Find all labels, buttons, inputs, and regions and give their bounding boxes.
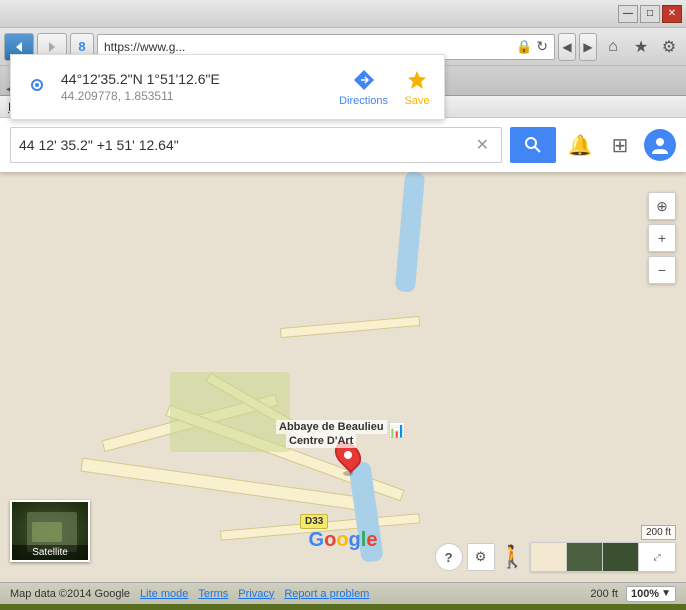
clear-search-button[interactable]: ✕ bbox=[476, 135, 489, 155]
privacy-link[interactable]: Privacy bbox=[238, 588, 274, 600]
save-label: Save bbox=[404, 95, 429, 107]
zoom-in-button[interactable]: + bbox=[648, 224, 676, 252]
map-controls: ⊕ + − bbox=[648, 192, 676, 284]
browser-right-icons: ⌂ ★ ⚙ bbox=[600, 34, 682, 60]
bell-button[interactable]: 🔔 bbox=[564, 129, 596, 161]
satellite-label: Satellite bbox=[12, 545, 88, 560]
search-box: 44 12' 35.2" +1 51' 12.64" ✕ bbox=[10, 127, 502, 163]
title-bar: — □ ✕ bbox=[0, 0, 686, 28]
autocomplete-dropdown: 44°12'35.2"N 1°51'12.6"E 44.209778, 1.85… bbox=[10, 54, 445, 120]
refresh-icon[interactable]: ↻ bbox=[536, 38, 548, 55]
scale-bar: 200 ft bbox=[641, 525, 676, 540]
search-icon bbox=[524, 136, 542, 154]
status-bar: Map data ©2014 Google Lite mode Terms Pr… bbox=[0, 582, 686, 604]
user-avatar[interactable] bbox=[644, 129, 676, 161]
autocomplete-text: 44°12'35.2"N 1°51'12.6"E 44.209778, 1.85… bbox=[61, 71, 220, 103]
save-action[interactable]: Save bbox=[404, 67, 430, 107]
zoom-out-button[interactable]: − bbox=[648, 256, 676, 284]
map-data-credit: Map data ©2014 Google bbox=[10, 588, 130, 600]
directions-label: Directions bbox=[339, 95, 388, 107]
star-icon bbox=[404, 67, 430, 93]
autocomplete-main: 44°12'35.2"N 1°51'12.6"E bbox=[61, 71, 220, 87]
prev-tab-btn[interactable]: ◀ bbox=[558, 33, 576, 61]
satellite-view-btn[interactable] bbox=[567, 543, 603, 571]
pegman-icon[interactable]: 🚶 bbox=[499, 544, 526, 570]
autocomplete-item[interactable]: 44°12'35.2"N 1°51'12.6"E 44.209778, 1.85… bbox=[11, 55, 444, 119]
favorites-button[interactable]: ★ bbox=[628, 34, 654, 60]
settings-button[interactable]: ⚙ bbox=[467, 543, 495, 571]
zoom-dropdown-icon[interactable]: ▼ bbox=[661, 588, 671, 599]
scale-label: 200 ft bbox=[590, 588, 618, 600]
forward-icon bbox=[45, 40, 59, 54]
zoom-percent: 100% bbox=[631, 588, 659, 600]
terrain-view-btn[interactable] bbox=[531, 543, 567, 571]
address-text: https://www.g... bbox=[104, 40, 185, 54]
next-tab-btn[interactable]: ▶ bbox=[579, 33, 597, 61]
search-input[interactable]: 44 12' 35.2" +1 51' 12.64" bbox=[19, 137, 476, 153]
directions-action[interactable]: Directions bbox=[339, 67, 388, 107]
search-button[interactable] bbox=[510, 127, 556, 163]
home-button[interactable]: ⌂ bbox=[600, 34, 626, 60]
zoom-control[interactable]: 100% ▼ bbox=[626, 586, 676, 602]
google-logo: Google bbox=[309, 529, 378, 552]
place-label-2: Centre D'Art bbox=[286, 434, 356, 448]
maps-toolbar: 44 12' 35.2" +1 51' 12.64" ✕ 🔔 ⊞ bbox=[0, 118, 686, 172]
minimize-button[interactable]: — bbox=[618, 5, 638, 23]
location-icon bbox=[25, 75, 49, 99]
terms-link[interactable]: Terms bbox=[198, 588, 228, 600]
add-button[interactable]: ⊞ bbox=[604, 129, 636, 161]
tools-button[interactable]: ⚙ bbox=[656, 34, 682, 60]
compass-button[interactable]: ⊕ bbox=[648, 192, 676, 220]
lite-mode-link[interactable]: Lite mode bbox=[140, 588, 188, 600]
directions-icon bbox=[351, 67, 377, 93]
satellite-thumbnail[interactable]: Satellite bbox=[10, 500, 90, 562]
chart-icon: 📊 bbox=[388, 422, 405, 439]
autocomplete-sub: 44.209778, 1.853511 bbox=[61, 89, 220, 103]
map-view-buttons: ⤢ bbox=[530, 542, 676, 572]
expand-btn[interactable]: ⤢ bbox=[639, 543, 675, 571]
person-icon bbox=[651, 136, 669, 154]
place-label: Abbaye de Beaulieu bbox=[276, 420, 387, 434]
close-button[interactable]: ✕ bbox=[662, 5, 682, 23]
map-bottom-right-controls: ? ⚙ 🚶 ⤢ bbox=[435, 542, 676, 572]
map-container[interactable]: Abbaye de Beaulieu Centre D'Art 📊 D33 Go… bbox=[0, 172, 686, 582]
report-link[interactable]: Report a problem bbox=[284, 588, 369, 600]
road-label-d33: D33 bbox=[300, 514, 328, 529]
maximize-button[interactable]: □ bbox=[640, 5, 660, 23]
status-bar-right: 200 ft 100% ▼ bbox=[590, 586, 676, 602]
security-icon: 🔒 bbox=[516, 39, 532, 55]
help-button[interactable]: ? bbox=[435, 543, 463, 571]
autocomplete-actions: Directions Save bbox=[339, 67, 430, 107]
back-icon bbox=[12, 40, 26, 54]
satellite-labels-btn[interactable] bbox=[603, 543, 639, 571]
map-background: Abbaye de Beaulieu Centre D'Art 📊 D33 Go… bbox=[0, 172, 686, 582]
